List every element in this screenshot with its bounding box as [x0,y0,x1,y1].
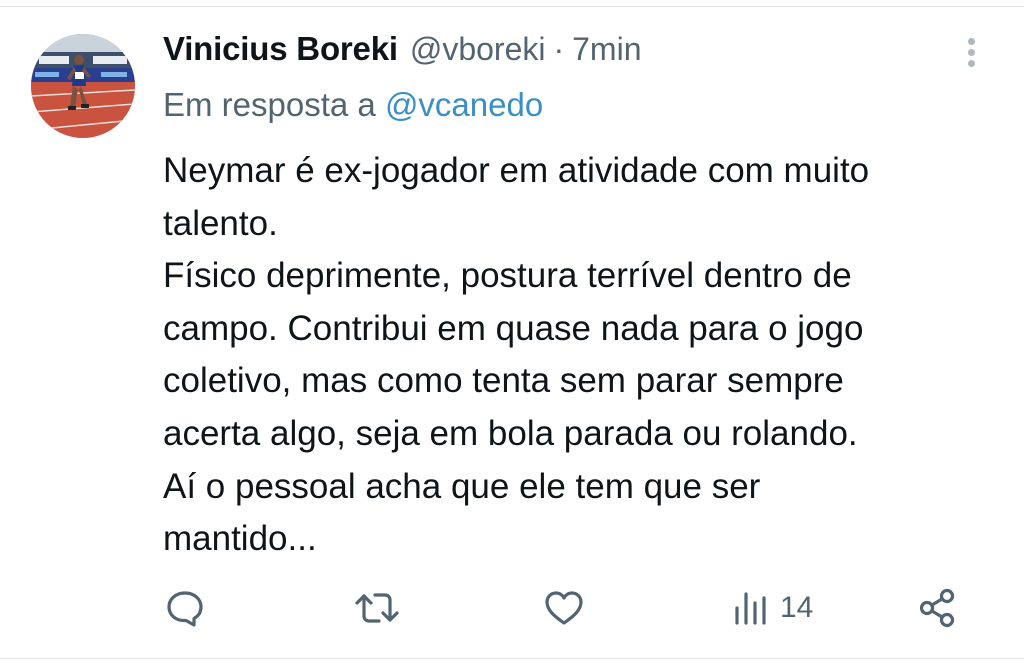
bar-chart-icon [735,592,766,625]
tweet-text-line: Físico deprimente, postura terrível dent… [163,256,852,296]
more-vertical-icon[interactable] [958,38,984,72]
bottom-divider [0,658,1024,659]
top-divider [0,6,1024,7]
heart-icon [545,591,583,625]
reply-button[interactable] [163,586,207,630]
tweet-text-line: acerta algo, seja em bola parada ou rola… [163,413,858,453]
action-bar: 14 [0,580,1024,636]
header-separator: · [553,31,565,67]
reply-context: Em resposta a @vcanedo [163,86,543,124]
tweet-text-line: coletivo, mas como tenta sem parar sempr… [163,361,844,401]
retweet-button[interactable] [353,586,401,630]
views-count: 14 [780,591,814,624]
retweet-icon [355,593,399,623]
timestamp[interactable]: 7min [572,31,641,68]
tweet-text-line: Aí o pessoal acha que ele tem que ser [163,466,761,506]
reply-mention-link[interactable]: @vcanedo [385,86,543,123]
author-name[interactable]: Vinicius Boreki [163,30,398,68]
avatar[interactable] [31,34,135,138]
like-button[interactable] [542,586,586,630]
comment-icon [167,591,203,627]
author-handle[interactable]: @vboreki [410,31,546,68]
views-button[interactable]: 14 [732,586,813,630]
share-icon [919,588,955,628]
tweet-text-line: talento. [163,203,278,243]
reply-prefix: Em resposta a [163,86,376,123]
avatar-photo [31,34,135,138]
tweet-body: Neymar é ex-jogador em atividade com mui… [163,145,993,566]
share-button[interactable] [916,586,960,630]
tweet-header: Vinicius Boreki @vboreki · 7min [163,30,641,76]
tweet-text-line: Neymar é ex-jogador em atividade com mui… [163,151,870,190]
tweet-text-line: mantido... [163,519,317,559]
tweet-text-line: campo. Contribui em quase nada para o jo… [163,308,864,348]
